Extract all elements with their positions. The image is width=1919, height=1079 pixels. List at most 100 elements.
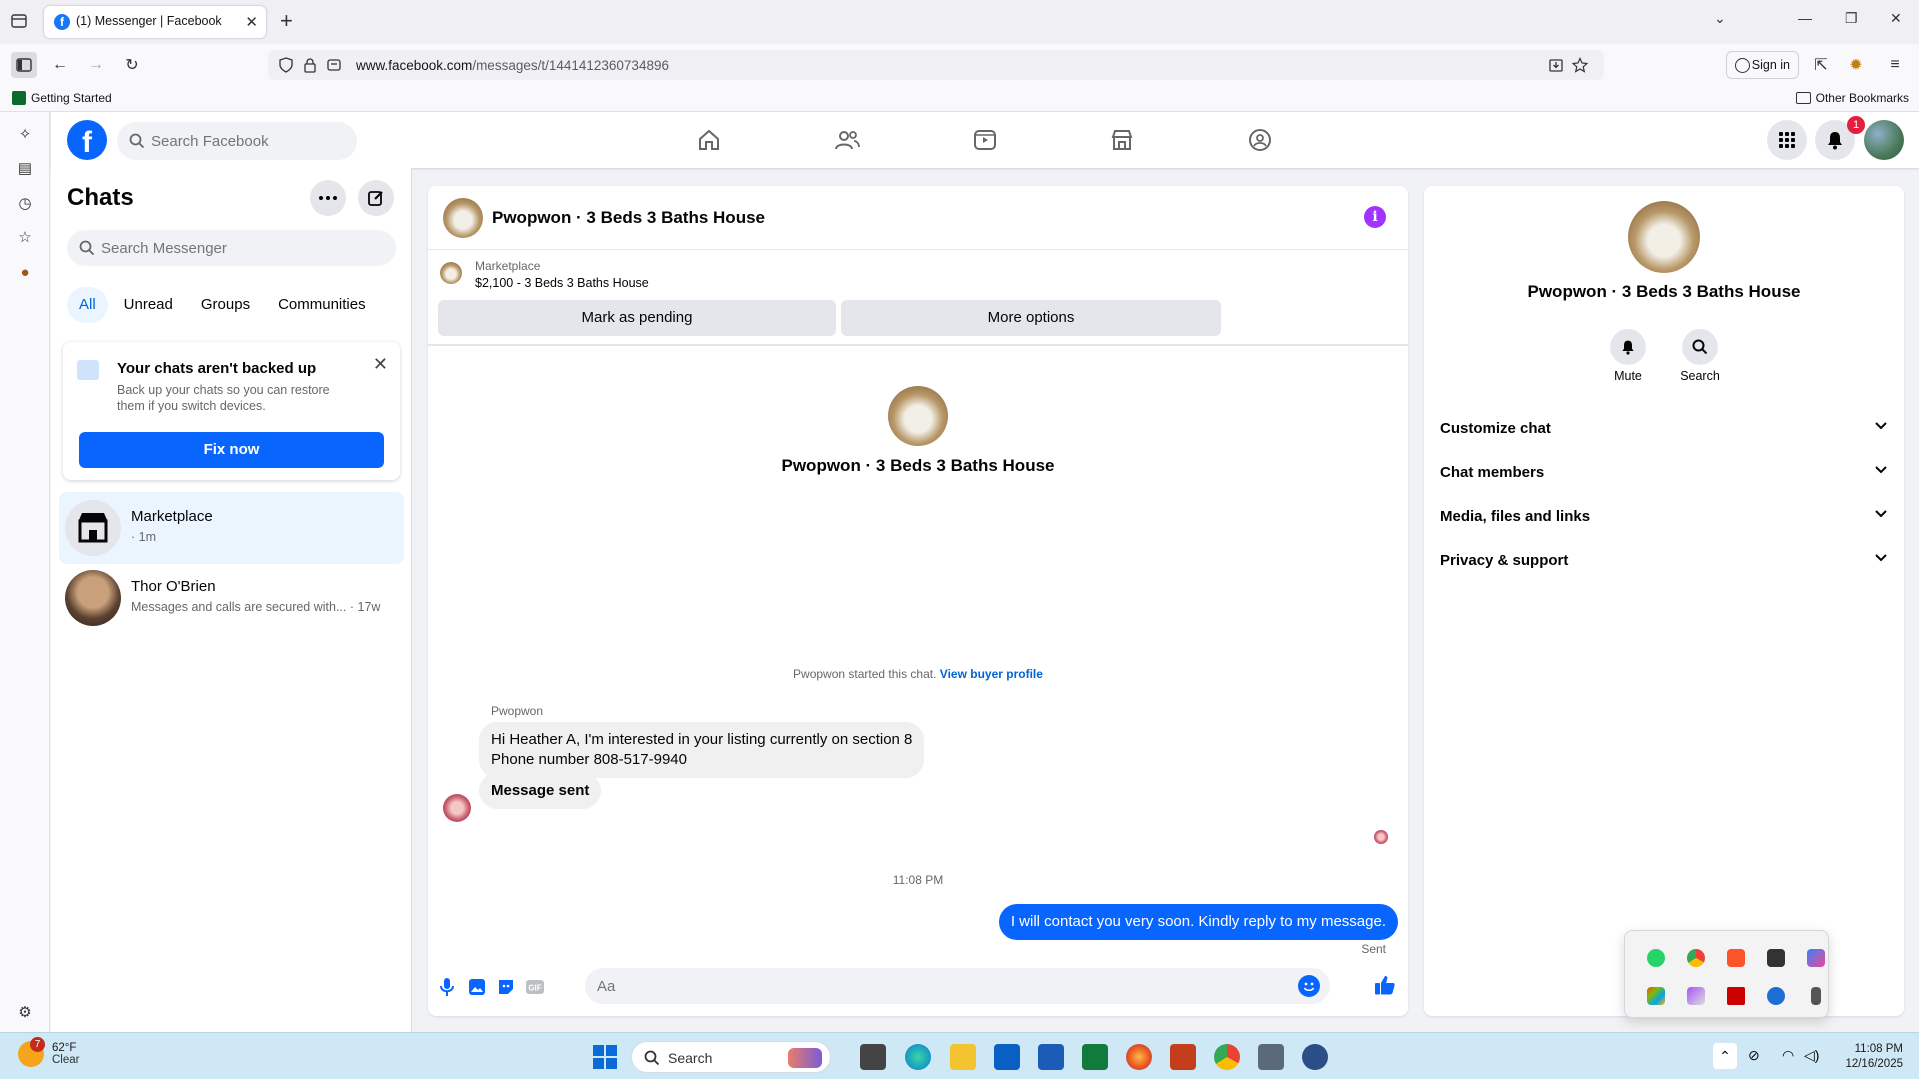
incoming-message[interactable]: Hi Heather A, I'm interested in your lis… bbox=[479, 722, 925, 778]
sign-in-button[interactable]: Sign in bbox=[1726, 51, 1799, 79]
info-icon[interactable]: i bbox=[1364, 206, 1386, 228]
address-bar[interactable]: www.facebook.com/messages/t/144141236073… bbox=[268, 50, 1604, 80]
taskbar-search[interactable]: Search bbox=[631, 1041, 831, 1073]
volume-icon[interactable]: ◁) bbox=[1804, 1047, 1819, 1064]
messenger-search[interactable] bbox=[67, 230, 396, 266]
menu-grid-icon[interactable] bbox=[1767, 120, 1807, 160]
facebook-search[interactable] bbox=[117, 122, 357, 160]
backup-close-icon[interactable]: ✕ bbox=[373, 354, 388, 375]
bookmark-getting-started[interactable]: Getting Started bbox=[12, 91, 112, 105]
brave-icon[interactable] bbox=[1727, 949, 1745, 967]
filter-unread[interactable]: Unread bbox=[112, 287, 185, 323]
permissions-icon[interactable] bbox=[326, 57, 342, 73]
extensions-icon[interactable]: ⇱ bbox=[1808, 52, 1834, 78]
new-tab-icon[interactable]: + bbox=[280, 10, 293, 32]
profile-avatar[interactable] bbox=[1864, 120, 1904, 160]
facebook-search-input[interactable] bbox=[151, 122, 347, 160]
safely-remove-icon[interactable] bbox=[1811, 987, 1821, 1005]
reload-icon[interactable]: ↻ bbox=[119, 52, 145, 78]
chats-options-button[interactable] bbox=[310, 180, 346, 216]
filter-communities[interactable]: Communities bbox=[266, 287, 378, 323]
calculator-icon[interactable] bbox=[1258, 1044, 1284, 1070]
view-buyer-profile-link[interactable]: View buyer profile bbox=[940, 667, 1043, 681]
restore-icon[interactable]: ❐ bbox=[1845, 10, 1858, 27]
mute-button[interactable]: Mute bbox=[1598, 329, 1658, 383]
system-clock[interactable]: 11:08 PM 12/16/2025 bbox=[1833, 1042, 1903, 1072]
chat-item-thor[interactable]: Thor O'Brien Messages and calls are secu… bbox=[59, 562, 404, 634]
nav-marketplace-icon[interactable] bbox=[1108, 126, 1136, 154]
chrome-icon[interactable] bbox=[1214, 1044, 1240, 1070]
word-icon[interactable] bbox=[1038, 1044, 1064, 1070]
minimize-icon[interactable]: — bbox=[1798, 10, 1812, 26]
app-icon[interactable] bbox=[1302, 1044, 1328, 1070]
gif-icon[interactable]: GIF bbox=[524, 976, 546, 998]
history-icon[interactable]: ◷ bbox=[15, 193, 35, 213]
pen-tray-icon[interactable] bbox=[1687, 987, 1705, 1005]
bookmark-other-folder[interactable]: Other Bookmarks bbox=[1795, 91, 1909, 105]
weather-widget[interactable]: 7 62°F Clear bbox=[18, 1037, 79, 1067]
message-input[interactable] bbox=[585, 968, 1330, 1004]
fix-now-button[interactable]: Fix now bbox=[79, 432, 384, 468]
usb-tray-icon[interactable] bbox=[1767, 949, 1785, 967]
sender-avatar[interactable] bbox=[443, 794, 471, 822]
chrome-tray-icon[interactable] bbox=[1687, 949, 1705, 967]
thumbs-up-icon[interactable] bbox=[1374, 974, 1396, 996]
more-options-button[interactable]: More options bbox=[841, 300, 1221, 336]
sidebar-settings-icon[interactable]: ⚙ bbox=[15, 1002, 35, 1022]
conversation-avatar[interactable] bbox=[443, 198, 483, 238]
conversation-title[interactable]: Pwopwon · 3 Beds 3 Baths House bbox=[492, 208, 765, 228]
details-avatar[interactable] bbox=[1628, 201, 1700, 273]
listing-title[interactable]: $2,100 - 3 Beds 3 Baths House bbox=[475, 276, 649, 290]
security-tray-icon[interactable] bbox=[1767, 987, 1785, 1005]
search-in-conversation-button[interactable]: Search bbox=[1670, 329, 1730, 383]
nav-groups-icon[interactable] bbox=[1246, 126, 1274, 154]
filter-all[interactable]: All bbox=[67, 287, 108, 323]
window-close-icon[interactable]: ✕ bbox=[1890, 10, 1902, 27]
tab-list-icon[interactable] bbox=[10, 12, 30, 32]
whatsapp-icon[interactable] bbox=[1647, 949, 1665, 967]
bookmarks-icon[interactable]: ☆ bbox=[15, 227, 35, 247]
firefox-icon[interactable] bbox=[1126, 1044, 1152, 1070]
forward-icon[interactable]: → bbox=[83, 52, 109, 78]
ai-sparkle-icon[interactable]: ✧ bbox=[15, 124, 35, 144]
network-disconnected-icon[interactable]: ⊘ bbox=[1748, 1047, 1760, 1064]
section-customize-chat[interactable]: Customize chat bbox=[1440, 408, 1888, 452]
nav-video-icon[interactable] bbox=[971, 126, 999, 154]
synced-tabs-icon[interactable]: ▤ bbox=[15, 158, 35, 178]
edge-icon[interactable] bbox=[905, 1044, 931, 1070]
section-chat-members[interactable]: Chat members bbox=[1440, 452, 1888, 496]
mark-as-pending-button[interactable]: Mark as pending bbox=[438, 300, 836, 336]
wifi-icon[interactable]: ◠ bbox=[1782, 1047, 1794, 1064]
task-view-icon[interactable] bbox=[860, 1044, 886, 1070]
sidebar-toggle-icon[interactable] bbox=[11, 52, 37, 78]
tray-overflow-chevron-icon[interactable]: ⌃ bbox=[1713, 1043, 1737, 1069]
nav-home-icon[interactable] bbox=[695, 126, 723, 154]
excel-icon[interactable] bbox=[1082, 1044, 1108, 1070]
tab-overflow-chevron-icon[interactable]: ⌄ bbox=[1714, 10, 1726, 27]
photo-icon[interactable] bbox=[466, 976, 488, 998]
listing-thumbnail[interactable] bbox=[440, 262, 462, 284]
cookie-extension-icon[interactable]: ● bbox=[15, 262, 35, 282]
browser-tab-messenger[interactable]: f (1) Messenger | Facebook ✕ bbox=[44, 6, 266, 38]
sticker-icon[interactable] bbox=[495, 976, 517, 998]
messenger-search-input[interactable] bbox=[101, 230, 381, 266]
ms-store-tray-icon[interactable] bbox=[1647, 987, 1665, 1005]
url-text[interactable]: www.facebook.com/messages/t/144141236073… bbox=[356, 58, 669, 73]
chat-item-marketplace[interactable]: Marketplace · 1m bbox=[59, 492, 404, 564]
bookmark-star-icon[interactable] bbox=[1572, 57, 1588, 73]
section-media-files-links[interactable]: Media, files and links bbox=[1440, 496, 1888, 540]
shield-icon[interactable] bbox=[278, 57, 294, 73]
section-privacy-support[interactable]: Privacy & support bbox=[1440, 540, 1888, 584]
microphone-icon[interactable] bbox=[436, 976, 458, 998]
menu-icon[interactable]: ≡ bbox=[1882, 52, 1908, 78]
new-message-button[interactable] bbox=[358, 180, 394, 216]
filter-groups[interactable]: Groups bbox=[189, 287, 262, 323]
tab-close-icon[interactable]: ✕ bbox=[245, 13, 258, 31]
back-icon[interactable]: ← bbox=[47, 52, 73, 78]
powerpoint-icon[interactable] bbox=[1170, 1044, 1196, 1070]
outgoing-message[interactable]: I will contact you very soon. Kindly rep… bbox=[998, 904, 1398, 940]
lock-icon[interactable] bbox=[302, 57, 318, 73]
store-icon[interactable] bbox=[994, 1044, 1020, 1070]
nav-friends-icon[interactable] bbox=[833, 126, 861, 154]
start-windows-icon[interactable] bbox=[593, 1045, 617, 1069]
